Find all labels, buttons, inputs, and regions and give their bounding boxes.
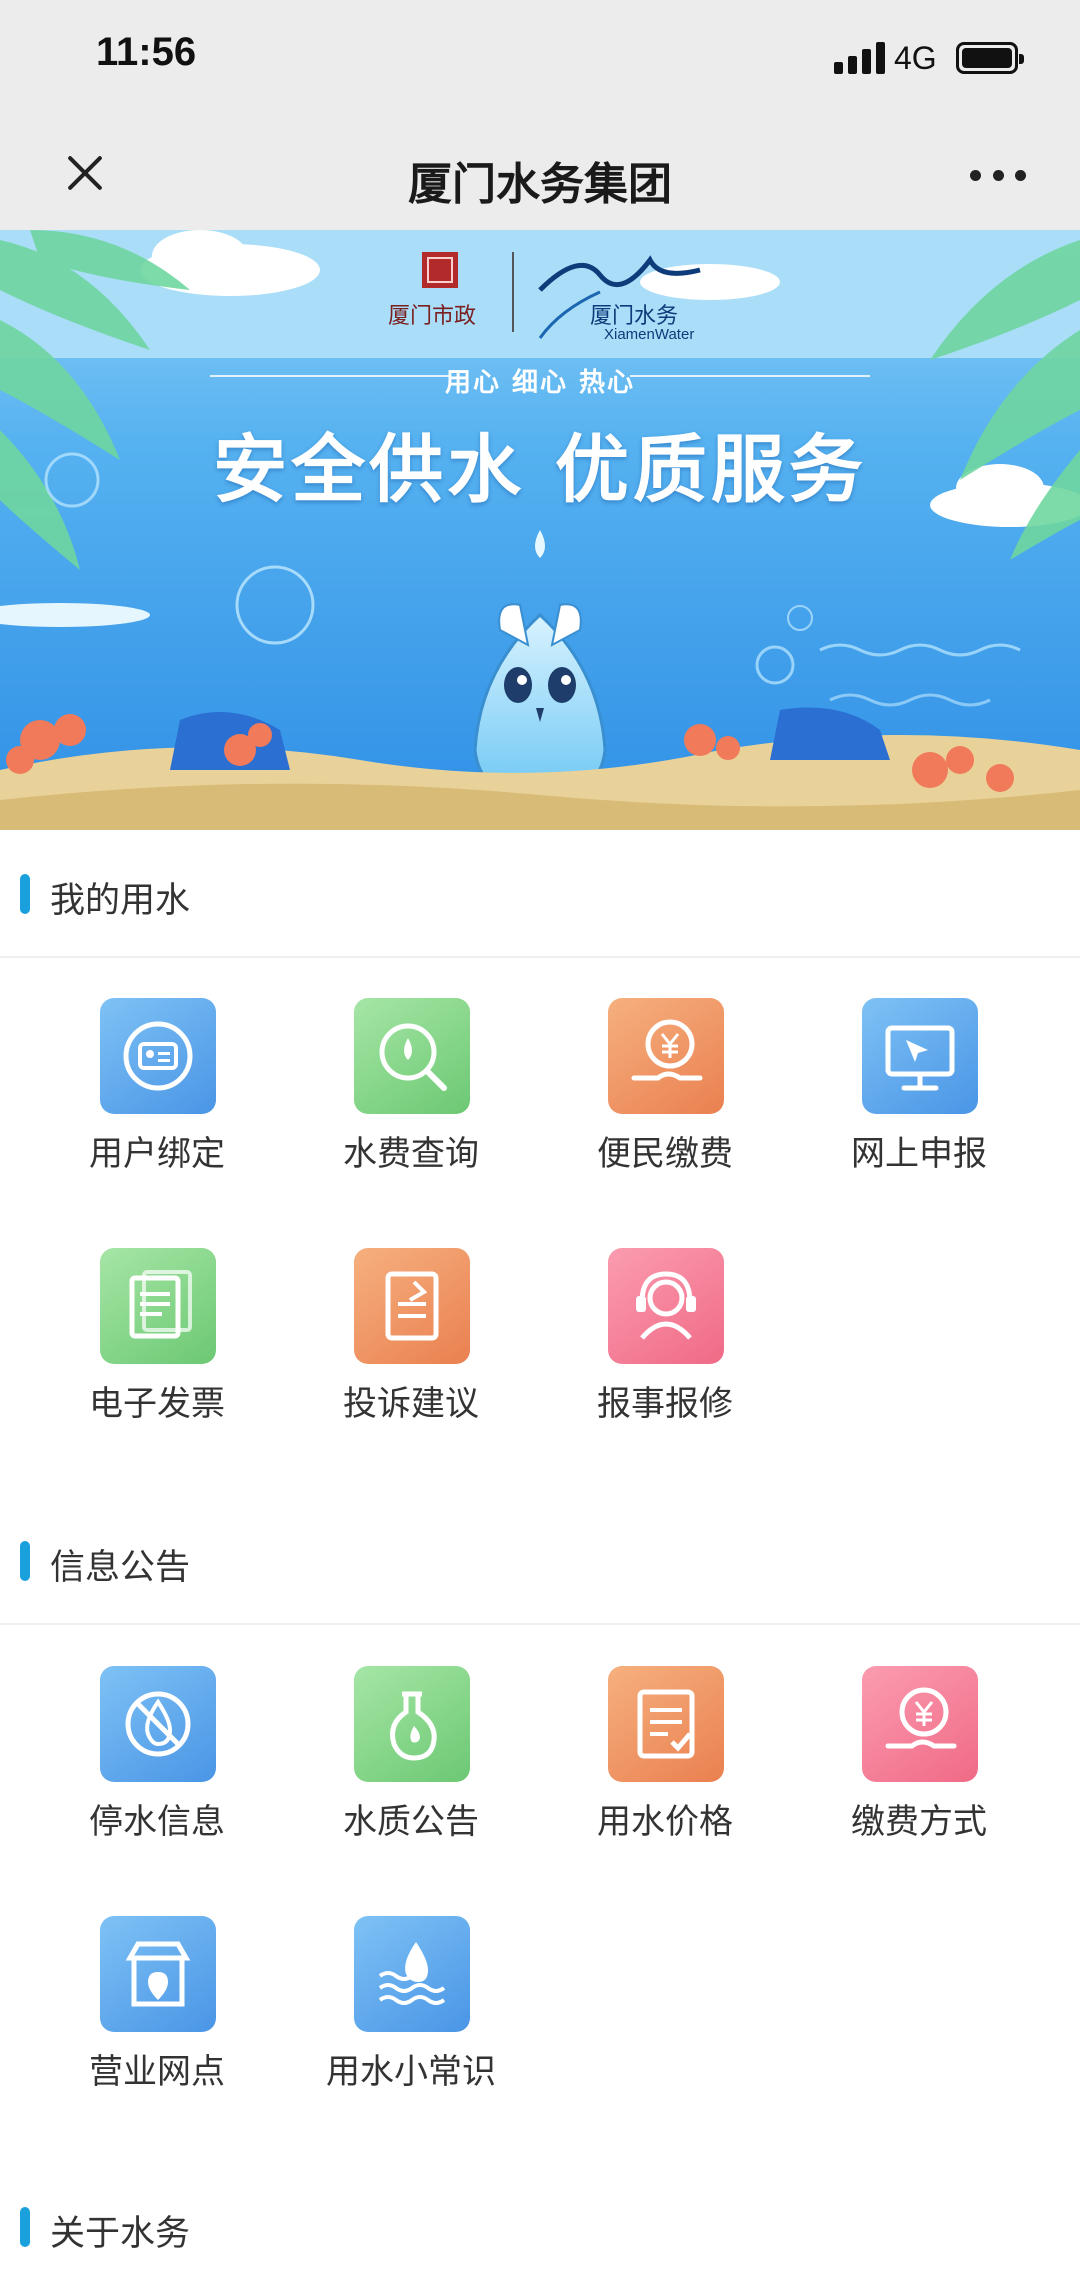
tile-label: 投诉建议 — [343, 1384, 479, 1424]
tile-label: 停水信息 — [89, 1802, 225, 1842]
banner-illustration — [0, 230, 1080, 830]
tile-label: 电子发票 — [89, 1384, 225, 1424]
section-my-water: 我的用水 — [0, 830, 1080, 958]
tile-label: 用水价格 — [597, 1802, 733, 1842]
tile-label: 网上申报 — [851, 1134, 987, 1174]
network-label: 4G — [894, 40, 937, 76]
user-binding-icon — [100, 998, 216, 1114]
logo-municipal: 厦门市政 — [388, 304, 477, 329]
repair-support-icon — [608, 1248, 724, 1364]
section-accent-bar — [20, 874, 30, 914]
section-title: 关于水务 — [50, 2214, 191, 2254]
status-bar: 11:56 4G — [0, 0, 1080, 118]
tile-online-report[interactable]: 网上申报 — [792, 998, 1046, 1198]
tile-payment[interactable]: 便民缴费 — [538, 998, 792, 1198]
tile-label: 便民缴费 — [597, 1134, 733, 1174]
payment-icon — [608, 998, 724, 1114]
section-accent-bar — [20, 1541, 30, 1581]
signal-icon — [834, 42, 886, 74]
water-outage-icon — [100, 1666, 216, 1782]
section-accent-bar — [20, 2207, 30, 2247]
tile-label: 缴费方式 — [851, 1802, 987, 1842]
e-invoice-icon — [100, 1248, 216, 1364]
tile-water-tips[interactable]: 用水小常识 — [284, 1916, 538, 2116]
banner[interactable]: 厦门市政 厦门水务 XiamenWater 用心 细心 热心 安全供水 优质服务 — [0, 230, 1080, 830]
tile-repair-support[interactable]: 报事报修 — [538, 1248, 792, 1448]
tile-water-price[interactable]: 用水价格 — [538, 1666, 792, 1866]
online-report-icon — [862, 998, 978, 1114]
tile-user-binding[interactable]: 用户绑定 — [30, 998, 284, 1198]
water-price-icon — [608, 1666, 724, 1782]
tile-label: 营业网点 — [89, 2052, 225, 2092]
section-about: 关于水务 — [0, 2163, 1080, 2277]
tile-fee-query[interactable]: 水费查询 — [284, 998, 538, 1198]
tile-service-outlet[interactable]: 营业网点 — [30, 1916, 284, 2116]
battery-icon — [956, 42, 1024, 74]
section-notices: 信息公告 — [0, 1497, 1080, 1625]
fee-query-icon — [354, 998, 470, 1114]
tile-water-outage[interactable]: 停水信息 — [30, 1666, 284, 1866]
nav-bar: 厦门水务集团 — [0, 118, 1080, 230]
banner-slogan: 安全供水 优质服务 — [213, 427, 867, 513]
more-menu-icon[interactable] — [970, 170, 1026, 182]
tile-label: 水费查询 — [343, 1134, 479, 1174]
tile-label: 水质公告 — [343, 1802, 479, 1842]
tile-payment-method[interactable]: 缴费方式 — [792, 1666, 1046, 1866]
tile-label: 用水小常识 — [326, 2052, 496, 2092]
payment-method-icon — [862, 1666, 978, 1782]
status-time: 11:56 — [96, 30, 197, 74]
complaint-icon — [354, 1248, 470, 1364]
tile-label: 报事报修 — [597, 1384, 733, 1424]
tile-e-invoice[interactable]: 电子发票 — [30, 1248, 284, 1448]
page-title: 厦门水务集团 — [408, 159, 672, 210]
banner-slogan-small: 用心 细心 热心 — [444, 368, 636, 398]
section-title: 信息公告 — [50, 1548, 191, 1588]
tile-label: 用户绑定 — [89, 1134, 225, 1174]
water-tips-icon — [354, 1916, 470, 2032]
logo-xiamen-water-en: XiamenWater — [604, 326, 695, 343]
tile-complaint[interactable]: 投诉建议 — [284, 1248, 538, 1448]
water-quality-icon — [354, 1666, 470, 1782]
section-title: 我的用水 — [50, 881, 191, 921]
service-outlet-icon — [100, 1916, 216, 2032]
tile-water-quality[interactable]: 水质公告 — [284, 1666, 538, 1866]
